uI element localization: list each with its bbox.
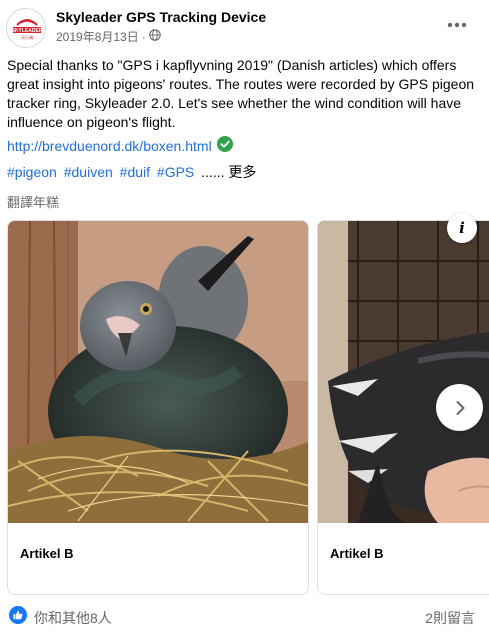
hashtag-pigeon[interactable]: #pigeon [7,164,57,180]
hashtag-duif[interactable]: #duif [120,164,150,180]
post-text: Special thanks to "GPS i kapflyvning 201… [7,57,475,130]
svg-text:SKYLEADER: SKYLEADER [12,28,43,34]
ellipsis-horizontal-icon [447,22,467,28]
thumbs-up-icon [9,606,27,624]
globe-icon [148,29,161,44]
verified-check-icon [216,136,233,155]
pigeon-in-hand-photo[interactable] [318,221,489,523]
see-more-button[interactable]: 更多 [228,164,256,180]
post-header: SKYLEADER 天行鴿 Skyleader GPS Tracking Dev… [0,0,489,50]
svg-text:天行鴿: 天行鴿 [21,34,33,40]
skyleader-logo: SKYLEADER 天行鴿 [8,10,45,47]
post-date[interactable]: 2019年8月13日 [56,28,139,45]
text-ellipsis: ...... [201,164,225,180]
chevron-right-icon [456,400,464,415]
page-name[interactable]: Skyleader GPS Tracking Device [56,9,266,25]
page-avatar[interactable]: SKYLEADER 天行鴿 [6,8,46,48]
info-button[interactable]: i [447,213,477,243]
post-meta: 2019年8月13日 · [56,28,161,45]
carousel-next-button[interactable] [436,384,483,431]
hashtag-duiven[interactable]: #duiven [64,164,113,180]
see-translation-button[interactable]: 翻譯年糕 [7,192,59,211]
card-title[interactable]: Artikel B [20,546,73,561]
pigeon-nest-photo[interactable] [8,221,308,523]
carousel-card[interactable]: Artikel B [7,220,309,595]
hashtags-row: #pigeon #duiven #duif #GPS ...... 更多 [7,162,256,182]
comments-count[interactable]: 2則留言 [425,608,475,628]
reactions-count[interactable]: 你和其他8人 [34,608,112,628]
more-options-button[interactable] [439,10,475,40]
card-title[interactable]: Artikel B [330,546,383,561]
link-carousel[interactable]: Artikel B Artikel B [0,218,489,598]
article-link[interactable]: http://brevduenord.dk/boxen.html [7,138,212,154]
date-separator: · [141,29,146,44]
hashtag-gps[interactable]: #GPS [157,164,194,180]
reactions-bar: 你和其他8人 2則留言 [0,600,489,634]
link-row: http://brevduenord.dk/boxen.html [7,136,233,155]
